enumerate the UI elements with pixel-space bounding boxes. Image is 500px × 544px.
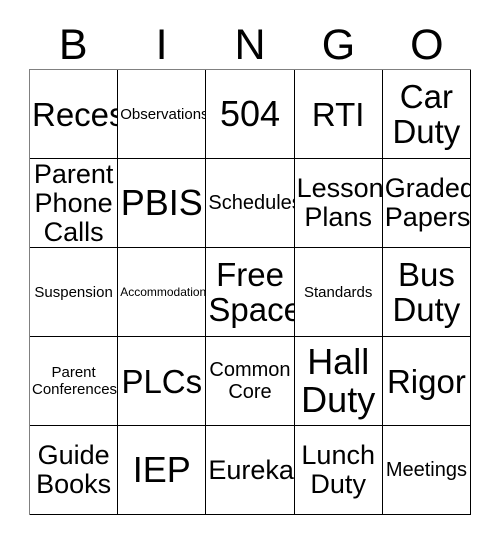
bingo-cell-label: Graded Papers — [384, 173, 471, 232]
bingo-cell-r3-c1[interactable]: PLCs — [118, 337, 207, 426]
bingo-header-letter-3: G — [321, 21, 356, 69]
bingo-cell-label: Recess — [32, 95, 117, 133]
bingo-cell-r1-c2[interactable]: Schedules — [206, 159, 295, 248]
bingo-cell-label: Bus Duty — [392, 256, 461, 328]
bingo-cell-r0-c2[interactable]: 504 — [206, 70, 295, 159]
bingo-cell-r4-c3[interactable]: Lunch Duty — [294, 426, 383, 515]
bingo-header-letter-1: I — [155, 21, 168, 69]
bingo-cell-label: RTI — [311, 95, 365, 133]
bingo-cell-label: Standards — [304, 283, 373, 301]
bingo-cell-r4-c4[interactable]: Meetings — [382, 426, 471, 515]
bingo-cell-r2-c1[interactable]: Accommodations — [118, 248, 207, 337]
bingo-cell-label: Accommodations — [120, 285, 207, 299]
bingo-cell-label: Free Space — [208, 256, 295, 328]
bingo-header: BINGO — [29, 14, 471, 68]
bingo-cell-label: PLCs — [121, 362, 203, 400]
bingo-cell-label: Lunch Duty — [301, 440, 375, 499]
bingo-cell-r0-c3[interactable]: RTI — [294, 70, 383, 159]
bingo-cell-label: Eureka — [208, 454, 294, 485]
bingo-cell-r4-c1[interactable]: IEP — [118, 426, 207, 515]
bingo-cell-label: Lesson Plans — [296, 173, 383, 232]
bingo-cell-label: Common Core — [209, 359, 291, 403]
bingo-cell-r3-c2[interactable]: Common Core — [206, 337, 295, 426]
bingo-cell-r2-c4[interactable]: Bus Duty — [382, 248, 471, 337]
bingo-cell-label: Parent Phone Calls — [33, 159, 114, 247]
bingo-cell-r3-c4[interactable]: Rigor — [382, 337, 471, 426]
bingo-header-letter-4: O — [410, 21, 444, 69]
bingo-cell-label: Hall Duty — [301, 341, 376, 420]
bingo-cell-label: Car Duty — [392, 78, 461, 150]
bingo-grid: RecessObservations 504 RTI Car Duty Parent P… — [29, 69, 471, 515]
bingo-cell-label: Suspension — [34, 283, 113, 301]
bingo-cell-r3-c0[interactable]: Parent Conferences — [30, 337, 119, 426]
bingo-header-letter-0: B — [58, 21, 88, 69]
bingo-cell-label: Schedules — [208, 192, 295, 214]
bingo-cell-r0-c4[interactable]: Car Duty — [382, 70, 471, 159]
bingo-cell-r2-c3[interactable]: Standards — [294, 248, 383, 337]
bingo-cell-r0-c1[interactable]: Observations — [118, 70, 207, 159]
bingo-cell-r4-c2[interactable]: Eureka — [206, 426, 295, 515]
bingo-card: B I N G O RecessObservations 504 RTI Car Duty Pa… — [0, 0, 500, 544]
bingo-cell-label: Parent Conferences — [32, 364, 118, 398]
bingo-cell-label: Observations — [120, 105, 207, 123]
bingo-cell-r1-c4[interactable]: Graded Papers — [382, 159, 471, 248]
bingo-header-letter-2: N — [234, 21, 266, 69]
bingo-cell-r2-c2[interactable]: Free Space — [206, 248, 295, 337]
bingo-cell-r1-c3[interactable]: Lesson Plans — [294, 159, 383, 248]
bingo-cell-label: 504 — [219, 93, 281, 134]
bingo-cell-r1-c1[interactable]: PBIS — [118, 159, 207, 248]
bingo-cell-r1-c0[interactable]: Parent Phone Calls — [30, 159, 119, 248]
bingo-cell-label: PBIS — [120, 182, 203, 223]
bingo-cell-r0-c0[interactable]: Recess — [30, 70, 119, 159]
bingo-cell-label: Meetings — [385, 459, 467, 481]
bingo-cell-label: Guide Books — [36, 440, 112, 499]
bingo-cell-r3-c3[interactable]: Hall Duty — [294, 337, 383, 426]
bingo-cell-r4-c0[interactable]: Guide Books — [30, 426, 119, 515]
bingo-cell-label: IEP — [132, 449, 191, 490]
bingo-cell-r2-c0[interactable]: Suspension — [30, 248, 119, 337]
bingo-cell-label: Rigor — [386, 362, 466, 400]
